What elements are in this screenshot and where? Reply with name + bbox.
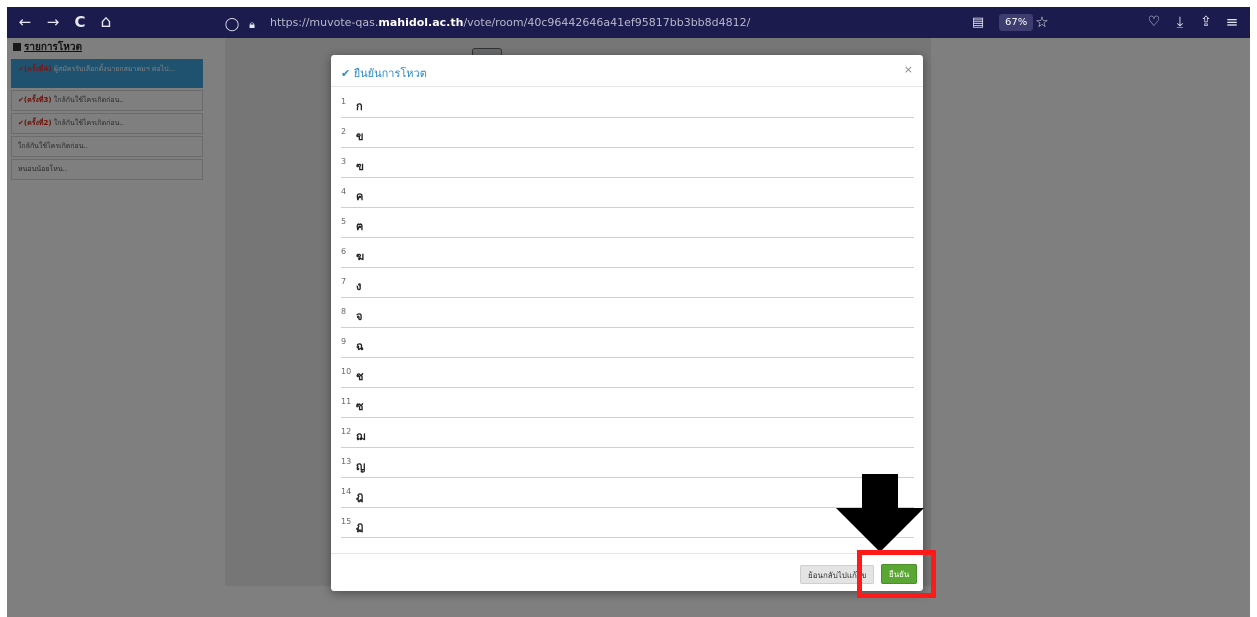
url-prefix: https://muvote-qas.	[270, 16, 379, 29]
close-icon[interactable]: ×	[904, 63, 913, 76]
url-domain: mahidol.ac.th	[378, 16, 464, 29]
ballot-number: 9	[341, 337, 347, 346]
ballot-row: 3ฃ	[341, 148, 914, 178]
ballot-number: 4	[341, 187, 347, 196]
lock-icon[interactable]: 🔒︎	[241, 9, 263, 40]
down-arrow-icon	[836, 474, 924, 552]
ballot-choice: ฆ	[356, 250, 365, 263]
ballot-number: 10	[341, 367, 352, 376]
ballot-row: 12 ฌ	[341, 418, 914, 448]
ballot-row: 2ข	[341, 118, 914, 148]
extensions-icon[interactable]: ⇪	[1195, 7, 1217, 38]
zoom-level-badge[interactable]: 67%	[999, 14, 1034, 31]
bookmark-star-icon[interactable]: ☆	[1031, 7, 1053, 38]
ballot-row: 7ง	[341, 268, 914, 298]
ballot-number: 7	[341, 277, 347, 286]
ballot-row: 10 ช	[341, 358, 914, 388]
ballot-choice: ฏ	[356, 520, 364, 533]
reload-icon[interactable]: C	[69, 7, 91, 38]
browser-toolbar: ← → C ⌂ ◯ 🔒︎ https://muvote-qas.mahidol.…	[7, 7, 1250, 38]
forward-icon[interactable]: →	[42, 7, 64, 38]
confirm-vote-dialog: ✔ ยืนยันการโหวต × 1ก 2ข 3ฃ 4ค 5ฅ 6ฆ 7ง 8…	[331, 55, 923, 591]
pocket-icon[interactable]: ♡	[1143, 7, 1165, 38]
ballot-choice: ญ	[356, 460, 366, 473]
reader-view-icon[interactable]: ▤	[967, 7, 989, 38]
ballot-row: 15 ฏ	[341, 508, 914, 538]
ballot-choice: ฃ	[356, 160, 364, 173]
ballot-row: 1ก	[341, 88, 914, 118]
ballot-row: 13 ญ	[341, 448, 914, 478]
ballot-number: 6	[341, 247, 347, 256]
ballot-row: 8จ	[341, 298, 914, 328]
ballot-choice: ฌ	[356, 430, 366, 443]
highlight-box	[857, 550, 936, 598]
shield-icon[interactable]: ◯	[221, 9, 243, 40]
ballot-row: 11 ซ	[341, 388, 914, 418]
ballot-choice: ฅ	[356, 220, 364, 233]
ballot-number: 14	[341, 487, 352, 496]
ballot-choice: ค	[356, 190, 364, 203]
double-check-icon: ✔	[341, 67, 354, 80]
ballot-number: 12	[341, 427, 352, 436]
ballot-choice: ซ	[356, 400, 364, 413]
ballot-choice: ฎ	[356, 490, 364, 503]
ballot-number: 3	[341, 157, 347, 166]
ballot-number: 8	[341, 307, 347, 316]
ballot-number: 5	[341, 217, 347, 226]
url-text[interactable]: https://muvote-qas.mahidol.ac.th/vote/ro…	[270, 9, 750, 36]
back-icon[interactable]: ←	[14, 7, 36, 38]
ballot-choice: ก	[356, 100, 363, 113]
ballot-row: 14 ฎ	[341, 478, 914, 508]
address-bar[interactable]: ◯ 🔒︎ https://muvote-qas.mahidol.ac.th/vo…	[221, 9, 951, 36]
ballot-number: 15	[341, 517, 352, 526]
ballot-row: 5ฅ	[341, 208, 914, 238]
ballot-choice: ฉ	[356, 340, 364, 353]
ballot-list: 1ก 2ข 3ฃ 4ค 5ฅ 6ฆ 7ง 8จ 9ฉ 10 ช 11 ซ 12 ฌ 1…	[341, 88, 914, 538]
dialog-title: ✔ ยืนยันการโหวต	[341, 64, 427, 82]
ballot-choice: ช	[356, 370, 364, 383]
ballot-choice: ง	[356, 280, 362, 293]
ballot-number: 11	[341, 397, 352, 406]
ballot-number: 13	[341, 457, 352, 466]
menu-icon[interactable]: ≡	[1221, 7, 1243, 38]
ballot-row: 9ฉ	[341, 328, 914, 358]
download-icon[interactable]: ⤓	[1169, 7, 1191, 38]
ballot-number: 1	[341, 97, 347, 106]
home-icon[interactable]: ⌂	[95, 7, 117, 38]
ballot-choice: ข	[356, 130, 364, 143]
dialog-title-text: ยืนยันการโหวต	[353, 67, 427, 80]
ballot-number: 2	[341, 127, 347, 136]
ballot-row: 4ค	[341, 178, 914, 208]
ballot-row: 6ฆ	[341, 238, 914, 268]
url-path: /vote/room/40c96442646a41ef95817bb3bb8d4…	[463, 16, 751, 29]
ballot-choice: จ	[356, 310, 363, 323]
dialog-footer: ย้อนกลับไปแก้ไข ยืนยัน	[331, 553, 923, 591]
dialog-header: ✔ ยืนยันการโหวต ×	[331, 55, 923, 87]
